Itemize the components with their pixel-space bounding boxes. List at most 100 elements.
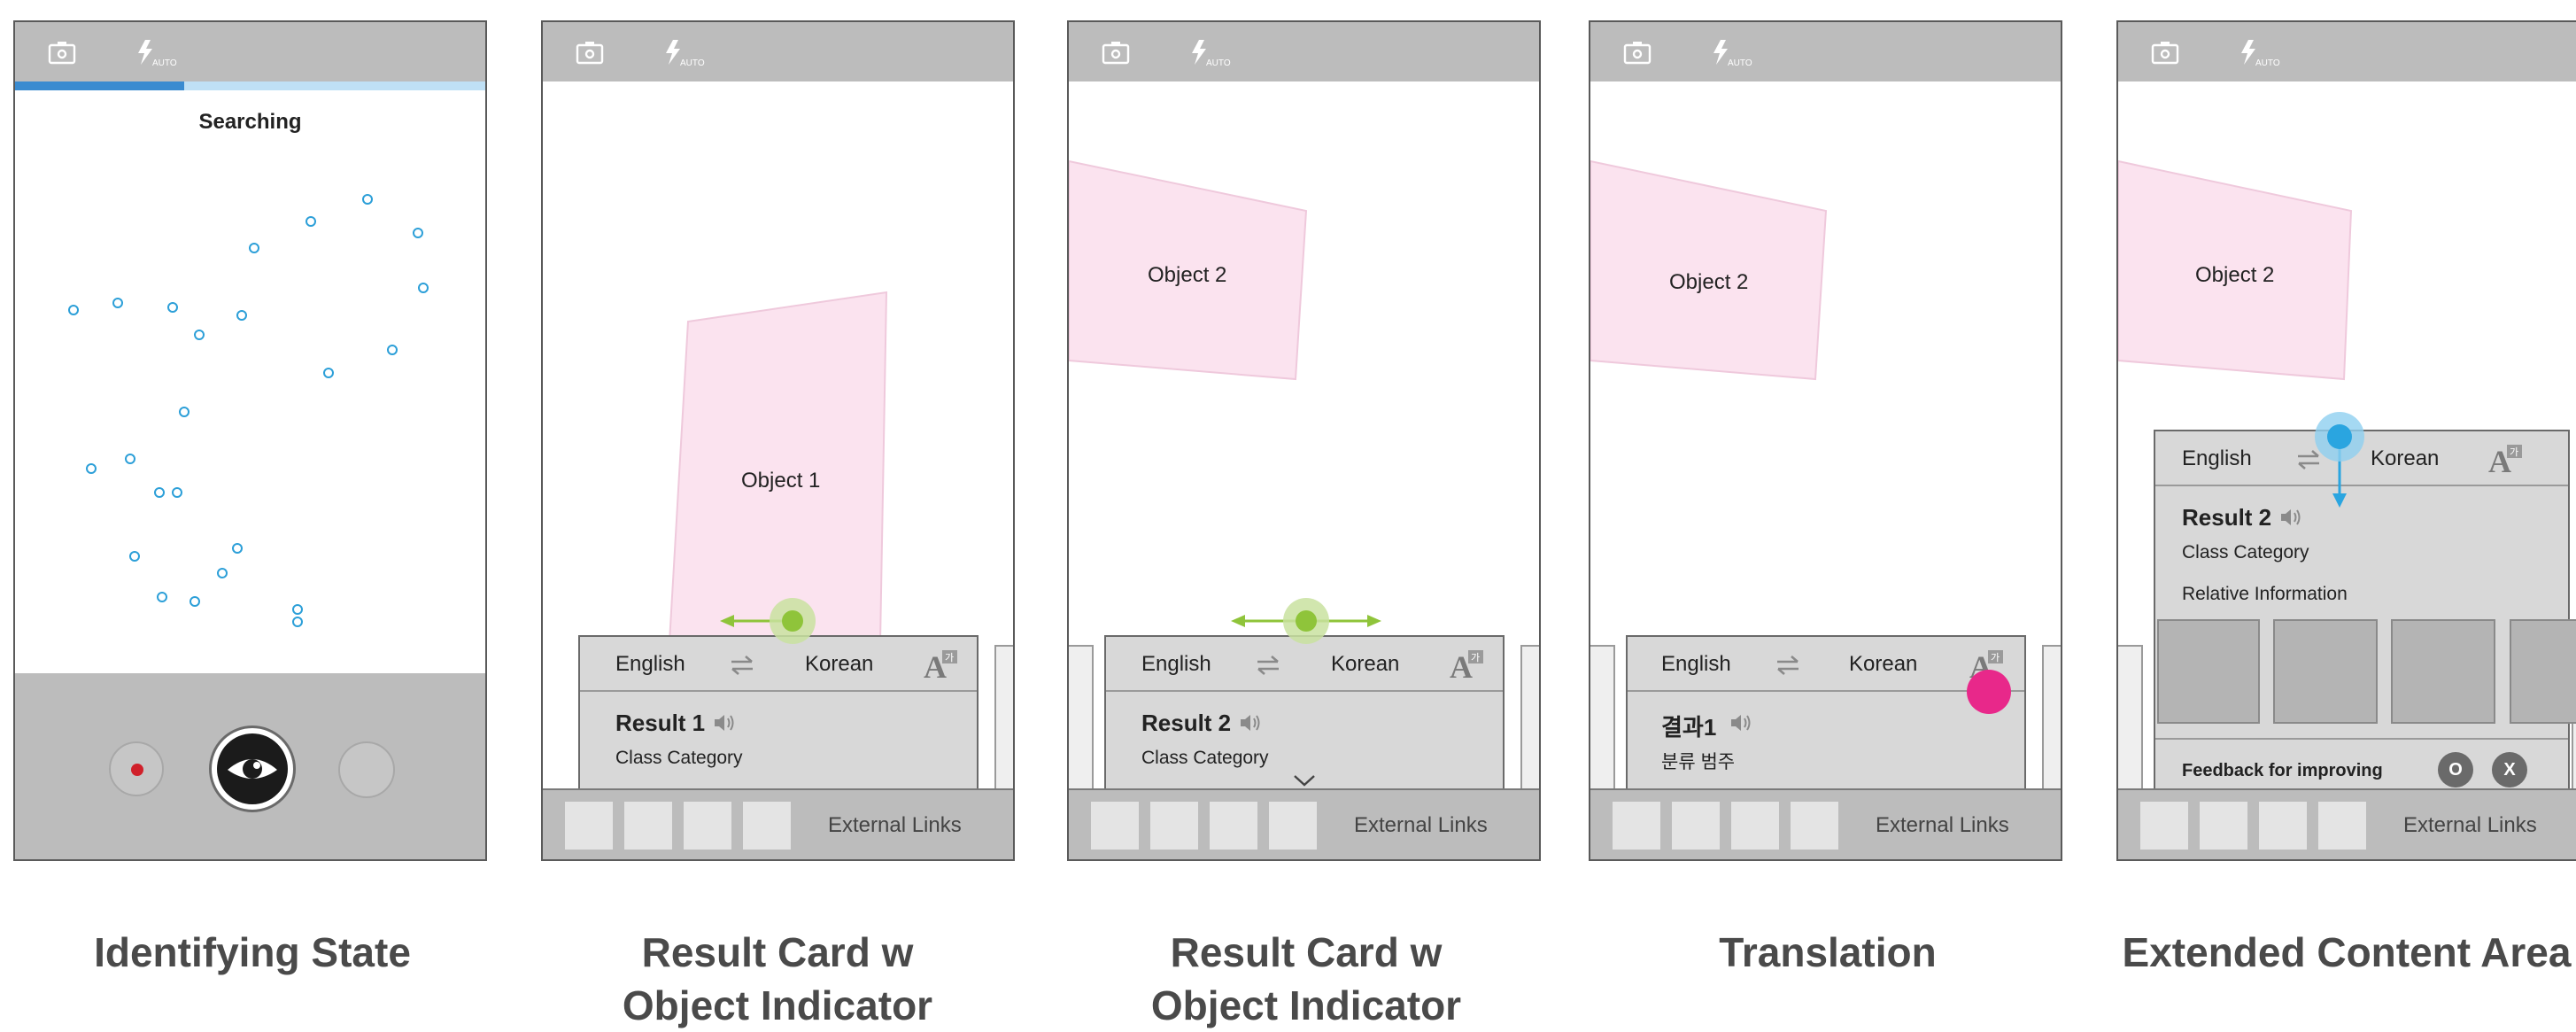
external-link-thumb[interactable] [624,802,672,850]
feature-dot [323,368,334,378]
adjacent-card-left[interactable] [2118,645,2143,795]
target-language[interactable]: Korean [1331,652,1399,677]
external-link-thumb[interactable] [2318,802,2366,850]
eye-icon [217,733,288,804]
external-links-label[interactable]: External Links [2403,813,2537,838]
external-link-thumb[interactable] [2140,802,2188,850]
swap-languages-icon[interactable] [729,655,755,676]
object-highlight[interactable] [1590,22,2062,465]
external-links-label[interactable]: External Links [1876,813,2009,838]
external-links-label[interactable]: External Links [828,813,962,838]
external-link-thumb[interactable] [1791,802,1838,850]
object-highlight[interactable] [543,22,1015,642]
external-link-thumb[interactable] [743,802,791,850]
phone-screen-extended: AUTO Object 2 English Korean A 가 Result … [2116,20,2576,861]
external-link-thumb[interactable] [1731,802,1779,850]
external-link-thumb[interactable] [1269,802,1317,850]
object-highlight[interactable] [2118,22,2576,465]
target-language[interactable]: Korean [805,652,873,677]
speaker-icon[interactable] [1239,712,1262,733]
feature-dot [68,305,79,315]
translate-icon[interactable]: A 가 [1450,648,1485,680]
external-link-thumb[interactable] [2200,802,2247,850]
external-link-thumb[interactable] [565,802,613,850]
result-card[interactable]: English Korean A 가 결과1 분류 범주 [1626,635,2026,799]
adjacent-card-left[interactable] [1069,645,1094,795]
camera-switch-icon[interactable] [47,38,79,66]
external-links-bar: External Links [1069,788,1539,859]
svg-text:가: 가 [945,652,954,663]
feedback-no-button[interactable]: X [2492,752,2527,788]
shutter-identify-button[interactable] [209,726,296,812]
adjacent-card-left[interactable] [1590,645,1615,795]
caption-result-card-2: Result Card w Object Indicator [1032,926,1581,1032]
caption-line: Result Card w [1170,929,1443,975]
caption-line: Object Indicator [622,982,933,1028]
feature-dot [249,243,259,253]
feature-dot [125,454,135,464]
adjacent-card-right[interactable] [1520,645,1539,795]
speaker-icon[interactable] [1729,712,1752,733]
status-text: Searching [198,110,302,134]
feature-dot [413,228,423,238]
source-language[interactable]: English [1141,652,1211,677]
camera-topbar: AUTO [15,22,485,81]
object-indicator[interactable] [720,594,844,648]
object-indicator[interactable] [1231,594,1381,648]
phone-screen-translation: AUTO Object 2 English Korean A 가 결과1 분류 … [1589,20,2062,861]
drag-indicator[interactable] [2313,410,2366,508]
feature-dot [129,551,140,562]
speaker-icon[interactable] [713,712,736,733]
result-card[interactable]: English Korean A 가 Result 1 Class Catego… [578,635,979,799]
source-language[interactable]: English [615,652,685,677]
source-language[interactable]: English [1661,652,1731,677]
translate-icon[interactable]: A 가 [2488,443,2524,475]
external-link-thumb[interactable] [1672,802,1720,850]
external-link-thumb[interactable] [684,802,731,850]
flash-auto-icon[interactable]: AUTO [135,38,188,66]
related-thumb[interactable] [2273,619,2378,724]
target-language[interactable]: Korean [2371,446,2439,471]
external-link-thumb[interactable] [1613,802,1660,850]
target-language[interactable]: Korean [1849,652,1917,677]
related-thumb[interactable] [2510,619,2576,724]
adjacent-card-right[interactable] [2042,645,2061,795]
feature-dot [292,604,303,615]
feedback-yes-button[interactable]: O [2438,752,2473,788]
chevron-down-icon[interactable] [1293,774,1316,788]
phone-screen-identifying: AUTO Searching [13,20,487,861]
caption-extended-content: Extended Content Area [2072,926,2576,979]
external-link-thumb[interactable] [1150,802,1198,850]
record-button[interactable] [109,741,164,796]
related-thumb[interactable] [2391,619,2495,724]
feedback-label: Feedback for improving [2182,761,2383,780]
adjacent-card-right[interactable] [994,645,1013,795]
related-thumb[interactable] [2157,619,2260,724]
object-highlight[interactable] [1069,22,1541,465]
camera-controls [15,673,485,859]
feature-dot [190,596,200,607]
object-label: Object 2 [2195,263,2275,287]
external-links-label[interactable]: External Links [1354,813,1488,838]
result-card[interactable]: English Korean A 가 Result 2 Class Catego… [1104,635,1505,799]
record-dot-icon [131,764,143,776]
phone-screen-result-card-2: AUTO Object 2 English Korean A 가 Result … [1067,20,1541,861]
relative-info-label: Relative Information [2182,584,2348,604]
swap-languages-icon[interactable] [1255,655,1281,676]
translate-icon[interactable]: A 가 [924,648,959,680]
speaker-icon[interactable] [2279,507,2302,528]
external-link-thumb[interactable] [1210,802,1257,850]
svg-text:가: 가 [1991,652,2000,663]
gallery-button[interactable] [338,741,395,798]
feature-dot [167,302,178,313]
feature-dot [172,487,182,498]
result-title: 결과1 [1661,714,1717,741]
external-links-bar: External Links [2118,788,2576,859]
external-link-thumb[interactable] [2259,802,2307,850]
feature-dot [306,216,316,227]
caption-line: Extended Content Area [2122,929,2572,975]
swap-languages-icon[interactable] [1775,655,1801,676]
source-language[interactable]: English [2182,446,2252,471]
phone-screen-result-card-1: AUTO Object 1 English Korean A 가 Result … [541,20,1015,861]
external-link-thumb[interactable] [1091,802,1139,850]
